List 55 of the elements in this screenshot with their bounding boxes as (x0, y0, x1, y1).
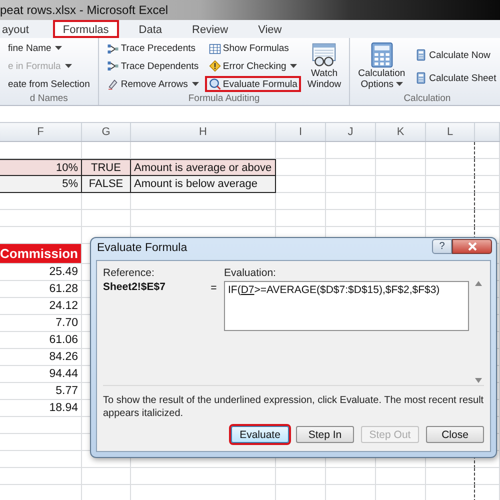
dialog-button[interactable]: Step In (296, 426, 354, 443)
help-button[interactable]: ? (432, 239, 452, 254)
table-cell: 61.28 (0, 281, 82, 298)
table-cell: 61.06 (0, 332, 82, 349)
table-cell: 25.49 (0, 264, 82, 281)
table-cell: Amount is average or above (131, 159, 276, 176)
ribbon-button[interactable]: fine Name (4, 40, 94, 57)
table-cell: TRUE (82, 159, 131, 176)
column-header[interactable]: L (426, 123, 475, 141)
column-header[interactable]: H (131, 123, 276, 141)
ribbon-tab[interactable]: View (248, 20, 292, 38)
column-header[interactable]: I (276, 123, 326, 141)
evaluation-field[interactable]: IF(D7>=AVERAGE($D$7:$D$15),$F$2,$F$3) (224, 281, 469, 331)
group-label: d Names (28, 93, 69, 105)
column-header[interactable]: G (82, 123, 131, 141)
ribbon-button[interactable]: Error Checking (204, 58, 302, 74)
ribbon-button[interactable]: Calculation Options (354, 40, 410, 93)
table-cell: 94.44 (0, 366, 82, 383)
column-header[interactable]: K (376, 123, 426, 141)
table-cell: 5.77 (0, 383, 82, 400)
ribbon-button[interactable]: Evaluate Formula (204, 76, 302, 92)
table-cell: 24.12 (0, 298, 82, 315)
ribbon-button[interactable]: eate from Selection (4, 76, 94, 92)
ribbon-button[interactable]: Trace Dependents (102, 58, 203, 74)
column-header: Commission (0, 244, 82, 264)
table-cell: 7.70 (0, 315, 82, 332)
instruction-text: To show the result of the underlined expression, click Evaluate. The most recent result appears italicized. (103, 394, 484, 420)
ribbon-button[interactable]: Watch Window (303, 40, 346, 93)
evaluation-label: Evaluation: (224, 267, 277, 279)
table-cell: 18.94 (0, 400, 82, 417)
ribbon-button[interactable]: Calculate Now (411, 47, 500, 63)
ribbon-button[interactable]: Calculate Sheet (411, 70, 500, 86)
dialog-button[interactable]: Close (426, 426, 484, 443)
reference-value: Sheet2!$E$7 (103, 281, 166, 293)
ribbon-button[interactable]: Show Formulas (204, 40, 302, 57)
dialog-button[interactable]: Evaluate (231, 426, 289, 443)
table-cell: 84.26 (0, 349, 82, 366)
ribbon-tab[interactable]: ayout (0, 20, 39, 38)
dialog-title: Evaluate Formula (97, 242, 188, 254)
ribbon-button[interactable]: Remove Arrows (102, 76, 203, 92)
table-cell: FALSE (82, 176, 131, 193)
ribbon-tab[interactable]: Data (128, 20, 172, 38)
group-label: Calculation (402, 93, 452, 105)
equals-sign: = (210, 282, 217, 294)
window-title: peat rows.xlsx - Microsoft Excel (0, 3, 168, 17)
column-header[interactable]: F (0, 123, 82, 141)
table-cell: 10% (0, 159, 82, 176)
column-header[interactable]: J (326, 123, 376, 141)
group-label: Formula Auditing (187, 93, 261, 105)
ribbon-tab[interactable]: Review (182, 20, 238, 38)
table-cell: Amount is below average (131, 176, 276, 193)
reference-label: Reference: (103, 267, 156, 279)
ribbon-button[interactable]: Trace Precedents (102, 40, 203, 57)
table-cell: 5% (0, 176, 82, 193)
ribbon-tab[interactable]: Formulas (52, 20, 119, 38)
